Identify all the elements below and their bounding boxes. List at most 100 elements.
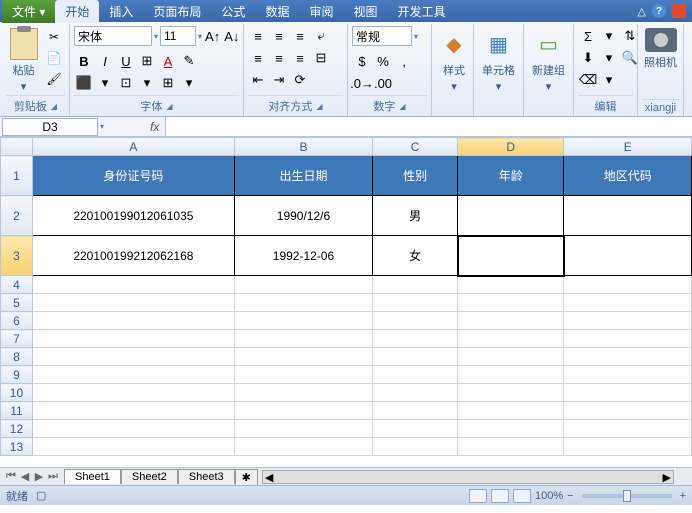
zoom-in-button[interactable]: +: [680, 490, 686, 502]
autosum-button[interactable]: Σ: [578, 26, 598, 46]
tab-data[interactable]: 数据: [255, 0, 299, 23]
cell-a3[interactable]: 220100199212062168: [32, 236, 234, 276]
border-button[interactable]: ⊞: [137, 51, 157, 71]
italic-button[interactable]: I: [95, 51, 115, 71]
minimize-ribbon-icon[interactable]: △: [638, 5, 646, 18]
spreadsheet-grid[interactable]: A B C D E 1 身份证号码 出生日期 性别 年龄 地区代码 2 2201…: [0, 137, 692, 467]
font-name-select[interactable]: [74, 26, 152, 46]
row-header-13[interactable]: 13: [1, 438, 33, 456]
increase-indent-button[interactable]: ⇥: [269, 70, 289, 90]
col-header-e[interactable]: E: [564, 138, 692, 156]
sheet-tab-2[interactable]: Sheet2: [121, 469, 178, 484]
tab-page-layout[interactable]: 页面布局: [143, 0, 211, 23]
decrease-font-button[interactable]: A↓: [223, 26, 240, 46]
row-header-6[interactable]: 6: [1, 312, 33, 330]
align-left-button[interactable]: ≡: [248, 48, 268, 68]
sort-button[interactable]: ⇅: [620, 26, 640, 46]
header-age[interactable]: 年龄: [458, 156, 564, 196]
formula-bar[interactable]: [165, 117, 692, 136]
border-style-button[interactable]: ⊡: [116, 73, 136, 93]
comma-button[interactable]: ,: [394, 51, 414, 71]
cell-d2[interactable]: [458, 196, 564, 236]
row-header-10[interactable]: 10: [1, 384, 33, 402]
tab-view[interactable]: 视图: [343, 0, 387, 23]
col-header-d[interactable]: D: [458, 138, 564, 156]
percent-button[interactable]: %: [373, 51, 393, 71]
align-right-button[interactable]: ≡: [290, 48, 310, 68]
increase-font-button[interactable]: A↑: [204, 26, 221, 46]
cut-button[interactable]: ✂: [45, 28, 63, 46]
tab-home[interactable]: 开始: [55, 0, 99, 23]
font-launcher-icon[interactable]: ◢: [166, 102, 172, 111]
cell-c3[interactable]: 女: [373, 236, 458, 276]
cell-e2[interactable]: [564, 196, 692, 236]
align-center-button[interactable]: ≡: [269, 48, 289, 68]
wrap-text-button[interactable]: ⤶: [311, 26, 331, 46]
currency-button[interactable]: $: [352, 51, 372, 71]
styles-button[interactable]: ◆ 样式▾: [436, 26, 472, 95]
zoom-slider[interactable]: [582, 494, 672, 498]
row-header-7[interactable]: 7: [1, 330, 33, 348]
fill-button[interactable]: ⬇: [578, 48, 598, 68]
view-normal-button[interactable]: [469, 489, 487, 503]
cell-b2[interactable]: 1990/12/6: [234, 196, 372, 236]
col-header-b[interactable]: B: [234, 138, 372, 156]
tab-file[interactable]: 文件 ▾: [2, 0, 55, 23]
decrease-indent-button[interactable]: ⇤: [248, 70, 268, 90]
tab-dev[interactable]: 开发工具: [387, 0, 455, 23]
sheet-tab-1[interactable]: Sheet1: [64, 469, 121, 484]
font-color-button[interactable]: A: [158, 51, 178, 71]
header-dob[interactable]: 出生日期: [234, 156, 372, 196]
row-header-8[interactable]: 8: [1, 348, 33, 366]
cell-e3[interactable]: [564, 236, 692, 276]
tab-review[interactable]: 审阅: [299, 0, 343, 23]
clear-button[interactable]: ⌫: [578, 70, 598, 90]
cell-b3[interactable]: 1992-12-06: [234, 236, 372, 276]
row-header-1[interactable]: 1: [1, 156, 33, 196]
row-header-5[interactable]: 5: [1, 294, 33, 312]
sheet-tab-3[interactable]: Sheet3: [178, 469, 235, 484]
camera-button[interactable]: 照相机: [642, 26, 679, 72]
row-header-12[interactable]: 12: [1, 420, 33, 438]
help-icon[interactable]: ?: [652, 4, 666, 18]
header-id[interactable]: 身份证号码: [32, 156, 234, 196]
align-bottom-button[interactable]: ≡: [290, 26, 310, 46]
underline-button[interactable]: U: [116, 51, 136, 71]
find-button[interactable]: 🔍: [620, 48, 640, 68]
sheet-nav-first[interactable]: ⏮: [4, 470, 18, 483]
col-header-a[interactable]: A: [32, 138, 234, 156]
zoom-out-button[interactable]: −: [567, 490, 573, 502]
row-header-9[interactable]: 9: [1, 366, 33, 384]
macro-record-icon[interactable]: ▢: [36, 489, 46, 502]
clipboard-launcher-icon[interactable]: ◢: [51, 102, 57, 111]
sheet-nav-next[interactable]: ▶: [32, 470, 46, 483]
name-box[interactable]: [2, 118, 98, 136]
align-launcher-icon[interactable]: ◢: [316, 102, 322, 111]
tab-insert[interactable]: 插入: [99, 0, 143, 23]
row-header-4[interactable]: 4: [1, 276, 33, 294]
row-header-2[interactable]: 2: [1, 196, 33, 236]
sheet-nav-last[interactable]: ⏭: [46, 470, 60, 483]
new-sheet-button[interactable]: ✱: [235, 469, 258, 485]
tab-formula[interactable]: 公式: [211, 0, 255, 23]
header-sex[interactable]: 性别: [373, 156, 458, 196]
number-launcher-icon[interactable]: ◢: [399, 102, 405, 111]
number-format-select[interactable]: [352, 26, 412, 46]
col-header-c[interactable]: C: [373, 138, 458, 156]
fill-color-button[interactable]: ⬛: [74, 73, 94, 93]
zoom-level[interactable]: 100%: [535, 490, 563, 502]
cell-c2[interactable]: 男: [373, 196, 458, 236]
view-pagebreak-button[interactable]: [513, 489, 531, 503]
cell-a2[interactable]: 220100199012061035: [32, 196, 234, 236]
view-layout-button[interactable]: [491, 489, 509, 503]
copy-button[interactable]: 📄: [45, 49, 63, 67]
row-header-11[interactable]: 11: [1, 402, 33, 420]
select-all-corner[interactable]: [1, 138, 33, 156]
decrease-decimal-button[interactable]: .00: [373, 73, 393, 93]
orientation-button[interactable]: ⟳: [290, 70, 310, 90]
cell-format-button[interactable]: ▦ 单元格▾: [478, 26, 519, 95]
cell-d3[interactable]: [458, 236, 564, 276]
row-header-3[interactable]: 3: [1, 236, 33, 276]
increase-decimal-button[interactable]: .0→: [352, 73, 372, 93]
font-size-select[interactable]: [160, 26, 196, 46]
